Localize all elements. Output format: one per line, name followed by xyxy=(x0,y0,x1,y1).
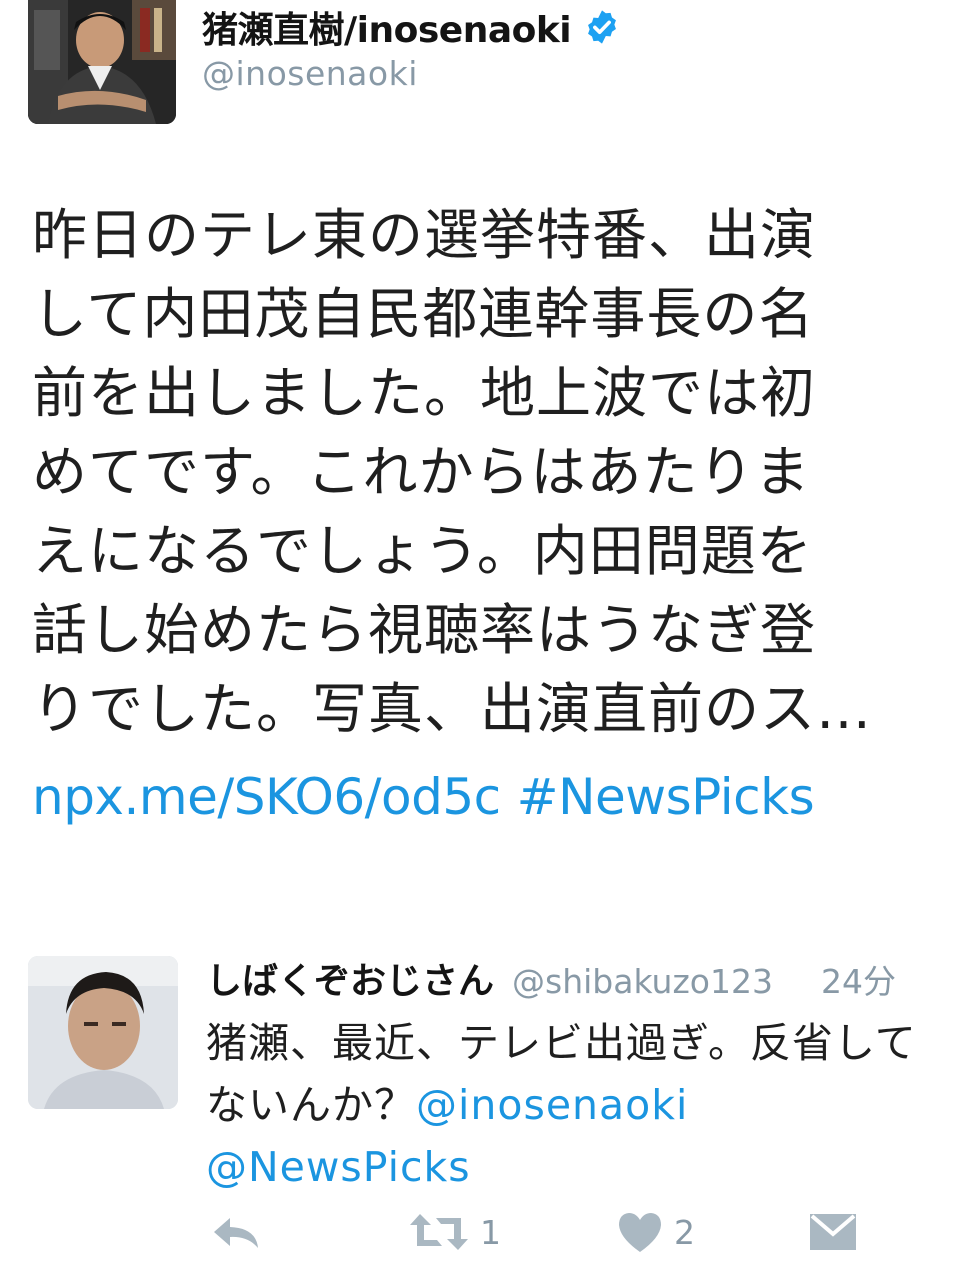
direct-message-button[interactable] xyxy=(808,1200,858,1264)
envelope-icon xyxy=(810,1214,856,1250)
reply-author-handle[interactable]: @shibakuzo123 xyxy=(512,962,773,1001)
reply-text: 猪瀬、最近、テレビ出過ぎ。反省してないんか？@inosenaoki @NewsP… xyxy=(206,1012,946,1198)
author-name-row: 猪瀬直樹/inosenaoki xyxy=(202,2,621,52)
author-avatar[interactable] xyxy=(28,0,176,124)
reply-author-avatar[interactable] xyxy=(28,956,178,1109)
tweet-text-line: して内田茂自民都連幹事長の名 xyxy=(32,282,815,346)
like-count: 2 xyxy=(674,1212,695,1252)
tweet-text-line: 話し始めたら視聴率はうなぎ登 xyxy=(32,598,817,662)
action-bar: 1 2 xyxy=(200,1200,940,1264)
tweet-text-line: りでした。写真、出演直前のス… xyxy=(32,677,873,741)
retweet-button[interactable]: 1 xyxy=(408,1200,501,1264)
tweet-text-line: 前を出しました。地上波では初 xyxy=(32,361,817,425)
reply-timestamp[interactable]: 24分 xyxy=(821,955,896,1003)
tweet-text-line: えになるでしょう。内田問題を xyxy=(32,519,813,583)
mention-link[interactable]: @NewsPicks xyxy=(206,1143,471,1191)
author-handle[interactable]: @inosenaoki xyxy=(202,54,418,93)
reply-button[interactable] xyxy=(208,1200,264,1264)
retweet-icon xyxy=(410,1214,468,1250)
tweet-link-row: npx.me/SKO6/od5c #NewsPicks xyxy=(32,768,815,826)
author-avatar-image xyxy=(28,0,176,124)
heart-icon xyxy=(619,1213,661,1252)
tweet-text: 昨日のテレ東の選挙特番、出演 して内田茂自民都連幹事長の名 前を出しました。地上… xyxy=(32,196,912,749)
verified-badge-icon xyxy=(588,10,617,44)
reply-header: しばくぞおじさん @shibakuzo123 24分 xyxy=(206,952,896,1002)
tweet-text-line: めてです。これからはあたりま xyxy=(32,440,811,504)
like-button[interactable]: 2 xyxy=(616,1200,695,1264)
mention-link[interactable]: @inosenaoki xyxy=(416,1081,688,1129)
tweet-link[interactable]: npx.me/SKO6/od5c xyxy=(32,768,501,826)
reply-icon xyxy=(214,1218,258,1248)
author-name[interactable]: 猪瀬直樹/inosenaoki xyxy=(202,1,572,53)
retweet-count: 1 xyxy=(480,1212,501,1252)
hashtag-link[interactable]: #NewsPicks xyxy=(517,768,815,826)
tweet-text-line: 昨日のテレ東の選挙特番、出演 xyxy=(32,203,817,267)
reply-author-name[interactable]: しばくぞおじさん xyxy=(206,952,494,1004)
reply-avatar-image xyxy=(28,956,178,1109)
